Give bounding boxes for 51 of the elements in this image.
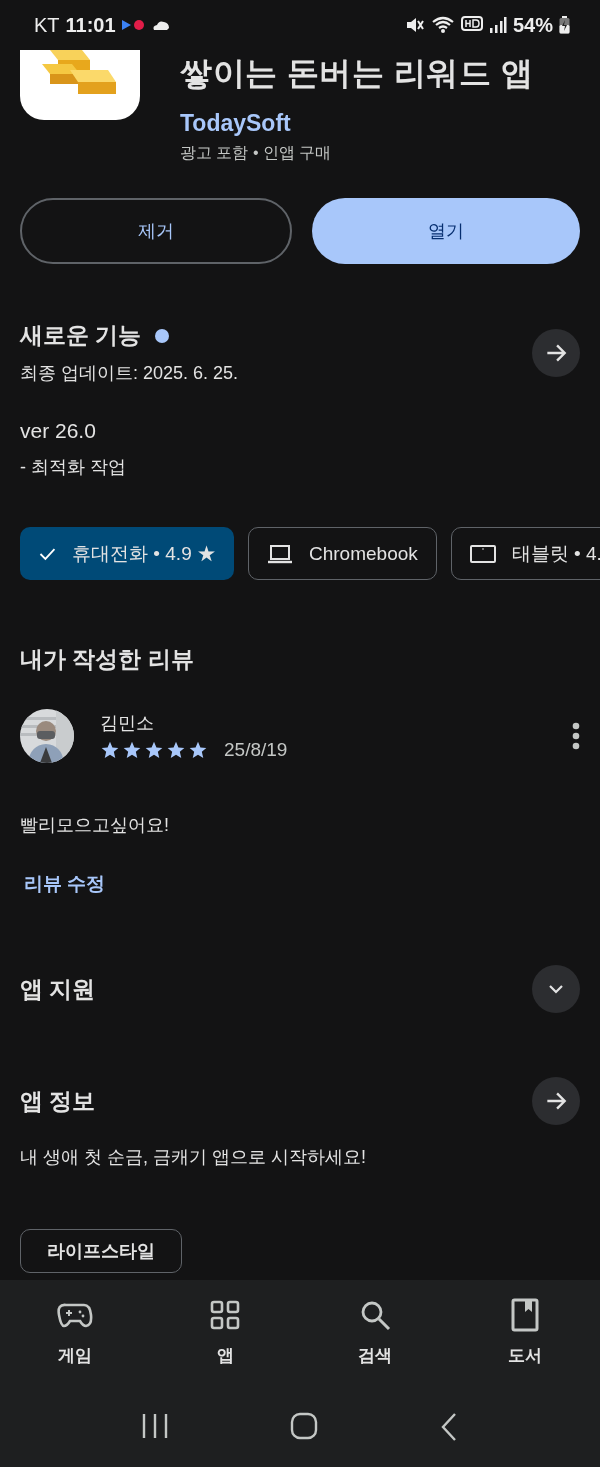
cloud-icon	[151, 19, 170, 31]
uninstall-button[interactable]: 제거	[20, 198, 292, 264]
search-icon	[359, 1299, 391, 1331]
more-options-icon[interactable]	[572, 722, 580, 750]
book-icon	[511, 1298, 539, 1332]
signal-icon	[488, 16, 507, 34]
star-icon	[188, 740, 208, 760]
star-icon	[144, 740, 164, 760]
category-chip[interactable]: 라이프스타일	[20, 1229, 182, 1273]
nav-tab[interactable]: 도서	[450, 1296, 600, 1390]
star-icon	[100, 740, 120, 760]
apps-grid-icon	[210, 1300, 240, 1330]
device-chip[interactable]: Chromebook	[248, 527, 437, 580]
review-text: 빨리모으고싶어요!	[20, 814, 170, 837]
nav-tab[interactable]: 게임	[0, 1296, 150, 1390]
star-icon	[166, 740, 186, 760]
nav-tab[interactable]: 앱	[150, 1296, 300, 1390]
wifi-icon	[430, 15, 455, 35]
battery-percent: 54%	[512, 13, 553, 37]
reviewer-name: 김민소	[100, 712, 155, 735]
developer-link[interactable]: TodaySoft	[180, 110, 291, 137]
app-meta-text: 광고 포함 • 인앱 구매	[180, 143, 333, 163]
carrier-label: KT	[34, 13, 60, 37]
section-title: 앱 정보	[20, 1086, 96, 1116]
section-title: 앱 지원	[20, 974, 96, 1004]
arrow-button[interactable]	[532, 1077, 580, 1125]
star-icon	[122, 740, 142, 760]
device-chip[interactable]: 태블릿 • 4.	[450, 527, 600, 580]
gamepad-icon	[57, 1301, 93, 1329]
nav-tab[interactable]: 검색	[300, 1296, 450, 1390]
tablet-icon	[469, 543, 496, 564]
open-button[interactable]: 열기	[312, 198, 580, 264]
section-title: 새로운 기능	[20, 321, 142, 350]
laptop-icon	[267, 543, 293, 564]
app-title: 쌓이는 돈버는 리워드 앱	[180, 54, 534, 93]
mute-icon	[404, 15, 425, 35]
clock: 11:01	[65, 13, 116, 37]
recent-apps-icon[interactable]	[140, 1412, 169, 1440]
app-description: 내 생애 첫 순금, 금캐기 앱으로 시작하세요!	[20, 1146, 367, 1169]
review-date: 25/8/19	[224, 739, 288, 761]
arrow-button[interactable]	[532, 328, 580, 377]
update-date: 최종 업데이트: 2025. 6. 25.	[20, 362, 239, 385]
section-title: 내가 작성한 리뷰	[20, 645, 194, 674]
release-notes: - 최적화 작업	[20, 456, 127, 479]
app-notification-icon	[121, 19, 146, 31]
version-text: ver 26.0	[20, 419, 97, 443]
hd-voice-icon	[460, 16, 483, 34]
home-icon[interactable]	[290, 1412, 318, 1440]
device-chip[interactable]: 휴대전화 • 4.9 ★	[20, 527, 234, 580]
battery-icon	[559, 16, 570, 34]
edit-review-link[interactable]: 리뷰 수정	[24, 871, 106, 897]
